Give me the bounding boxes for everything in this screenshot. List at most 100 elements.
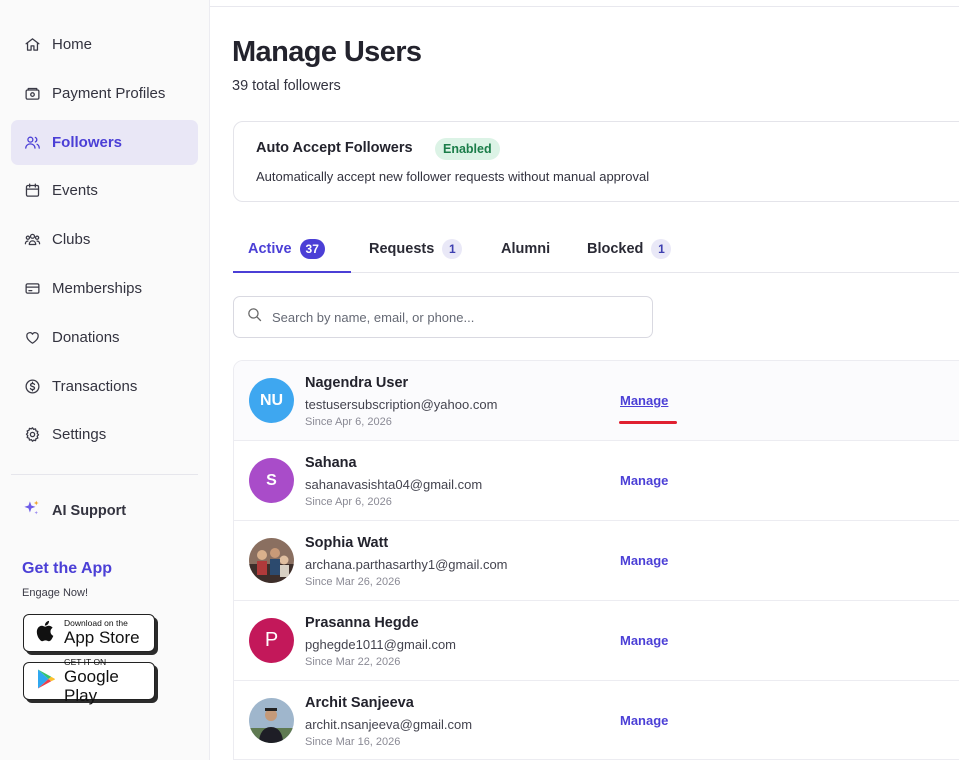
sidebar-item-label: Transactions: [52, 377, 138, 395]
tab-label: Requests: [369, 241, 435, 257]
sidebar-item-transactions[interactable]: Transactions: [11, 364, 198, 409]
avatar: S: [249, 458, 294, 503]
user-since: Since Mar 26, 2026: [305, 576, 401, 588]
avatar: P: [249, 618, 294, 663]
top-divider: [210, 6, 959, 7]
sidebar-item-donations[interactable]: Donations: [11, 315, 198, 360]
tab-active[interactable]: Active 37: [248, 226, 325, 272]
avatar-photo: [249, 698, 294, 743]
tab-count-badge: 1: [651, 239, 672, 259]
group-icon: [23, 231, 41, 249]
sidebar-item-clubs[interactable]: Clubs: [11, 217, 198, 262]
user-name: Archit Sanjeeva: [305, 695, 414, 711]
sidebar-item-memberships[interactable]: Memberships: [11, 266, 198, 311]
user-email: archana.parthasarthy1@gmail.com: [305, 557, 508, 572]
user-list: NU Nagendra User testusersubscription@ya…: [233, 360, 959, 760]
user-since: Since Mar 22, 2026: [305, 656, 401, 668]
tab-label: Blocked: [587, 241, 644, 257]
user-since: Since Mar 16, 2026: [305, 736, 401, 748]
app-store-button[interactable]: Download on the App Store: [23, 614, 155, 652]
sidebar-item-payment-profiles[interactable]: Payment Profiles: [11, 71, 198, 116]
manage-link[interactable]: Manage: [620, 633, 668, 648]
user-since: Since Apr 6, 2026: [305, 496, 392, 508]
sidebar-item-followers[interactable]: Followers: [11, 119, 198, 165]
avatar: NU: [249, 378, 294, 423]
search-box: [233, 296, 653, 338]
manage-link[interactable]: Manage: [620, 553, 668, 568]
apple-icon: [34, 619, 64, 648]
tab-requests[interactable]: Requests 1: [369, 226, 463, 272]
manage-link[interactable]: Manage: [620, 393, 668, 408]
user-email: pghegde1011@gmail.com: [305, 637, 456, 652]
sidebar-item-label: Followers: [52, 133, 123, 151]
search-input[interactable]: [272, 309, 632, 325]
sidebar-item-label: Settings: [52, 426, 107, 444]
sparkle-icon: [22, 499, 52, 523]
google-play-text: GET IT ON Google Play: [64, 656, 154, 705]
sidebar-divider: [11, 474, 198, 475]
ai-support-label: AI Support: [52, 503, 127, 519]
app-store-small: Download on the: [64, 618, 128, 628]
list-item: P Prasanna Hegde pghegde1011@gmail.com S…: [234, 601, 959, 681]
auto-accept-title: Auto Accept Followers: [256, 140, 413, 156]
follower-tabs: Active 37 Requests 1 Alumni Blocked 1: [233, 226, 959, 273]
gear-icon: [23, 426, 41, 444]
home-icon: [23, 36, 41, 54]
auto-accept-description: Automatically accept new follower reques…: [256, 169, 650, 184]
sidebar: Home Payment Profiles Followers Events C…: [0, 0, 210, 760]
user-name: Sahana: [305, 455, 357, 471]
sidebar-item-label: Donations: [52, 328, 120, 346]
list-item: Sophia Watt archana.parthasarthy1@gmail.…: [234, 521, 959, 601]
active-tab-indicator: [233, 271, 351, 273]
list-item: Archit Sanjeeva archit.nsanjeeva@gmail.c…: [234, 681, 959, 759]
sidebar-item-label: Home: [52, 36, 93, 53]
user-name: Sophia Watt: [305, 535, 389, 551]
app-store-big: App Store: [64, 628, 140, 647]
list-item: NU Nagendra User testusersubscription@ya…: [234, 361, 959, 441]
manage-link[interactable]: Manage: [620, 473, 668, 488]
calendar-icon: [23, 182, 41, 200]
search-icon: [246, 306, 272, 328]
tab-blocked[interactable]: Blocked 1: [587, 226, 672, 272]
follower-count: 39 total followers: [232, 78, 341, 94]
sidebar-item-label: Clubs: [52, 231, 91, 249]
users-icon: [23, 133, 41, 151]
dollar-icon: [23, 377, 41, 395]
wallet-icon: [23, 84, 41, 102]
tab-count-badge: 37: [299, 239, 325, 259]
sidebar-nav: Home Payment Profiles Followers Events C…: [11, 22, 198, 461]
engage-text: Engage Now!: [22, 587, 89, 599]
user-email: archit.nsanjeeva@gmail.com: [305, 717, 473, 732]
tab-count-badge: 1: [442, 239, 463, 259]
sidebar-item-home[interactable]: Home: [11, 22, 198, 67]
heart-icon: [23, 328, 41, 346]
ai-support-link[interactable]: AI Support: [22, 500, 126, 522]
status-badge: Enabled: [435, 138, 500, 160]
google-play-big: Google Play: [64, 666, 119, 705]
sidebar-item-label: Memberships: [52, 279, 143, 297]
list-item: S Sahana sahanavasishta04@gmail.com Sinc…: [234, 441, 959, 521]
get-app-heading: Get the App: [22, 560, 113, 577]
google-play-small: GET IT ON: [64, 656, 107, 667]
user-email: testusersubscription@yahoo.com: [305, 397, 498, 412]
sidebar-item-label: Payment Profiles: [52, 84, 166, 102]
tab-label: Active: [248, 241, 292, 257]
user-since: Since Apr 6, 2026: [305, 416, 392, 428]
annotation-underline: [619, 421, 677, 424]
user-name: Prasanna Hegde: [305, 615, 419, 631]
tab-alumni[interactable]: Alumni: [501, 226, 550, 272]
app-store-text: Download on the App Store: [64, 618, 140, 648]
avatar-photo: [249, 538, 294, 583]
tab-label: Alumni: [501, 241, 551, 257]
user-name: Nagendra User: [305, 375, 409, 391]
user-email: sahanavasishta04@gmail.com: [305, 477, 483, 492]
auto-accept-card: Auto Accept Followers Enabled Automatica…: [233, 121, 959, 202]
google-play-icon: [34, 667, 64, 696]
sidebar-item-events[interactable]: Events: [11, 168, 198, 213]
card-icon: [23, 279, 41, 297]
sidebar-item-settings[interactable]: Settings: [11, 412, 198, 457]
page-title: Manage Users: [232, 36, 422, 68]
manage-link[interactable]: Manage: [620, 713, 668, 728]
sidebar-item-label: Events: [52, 182, 98, 200]
google-play-button[interactable]: GET IT ON Google Play: [23, 657, 155, 705]
